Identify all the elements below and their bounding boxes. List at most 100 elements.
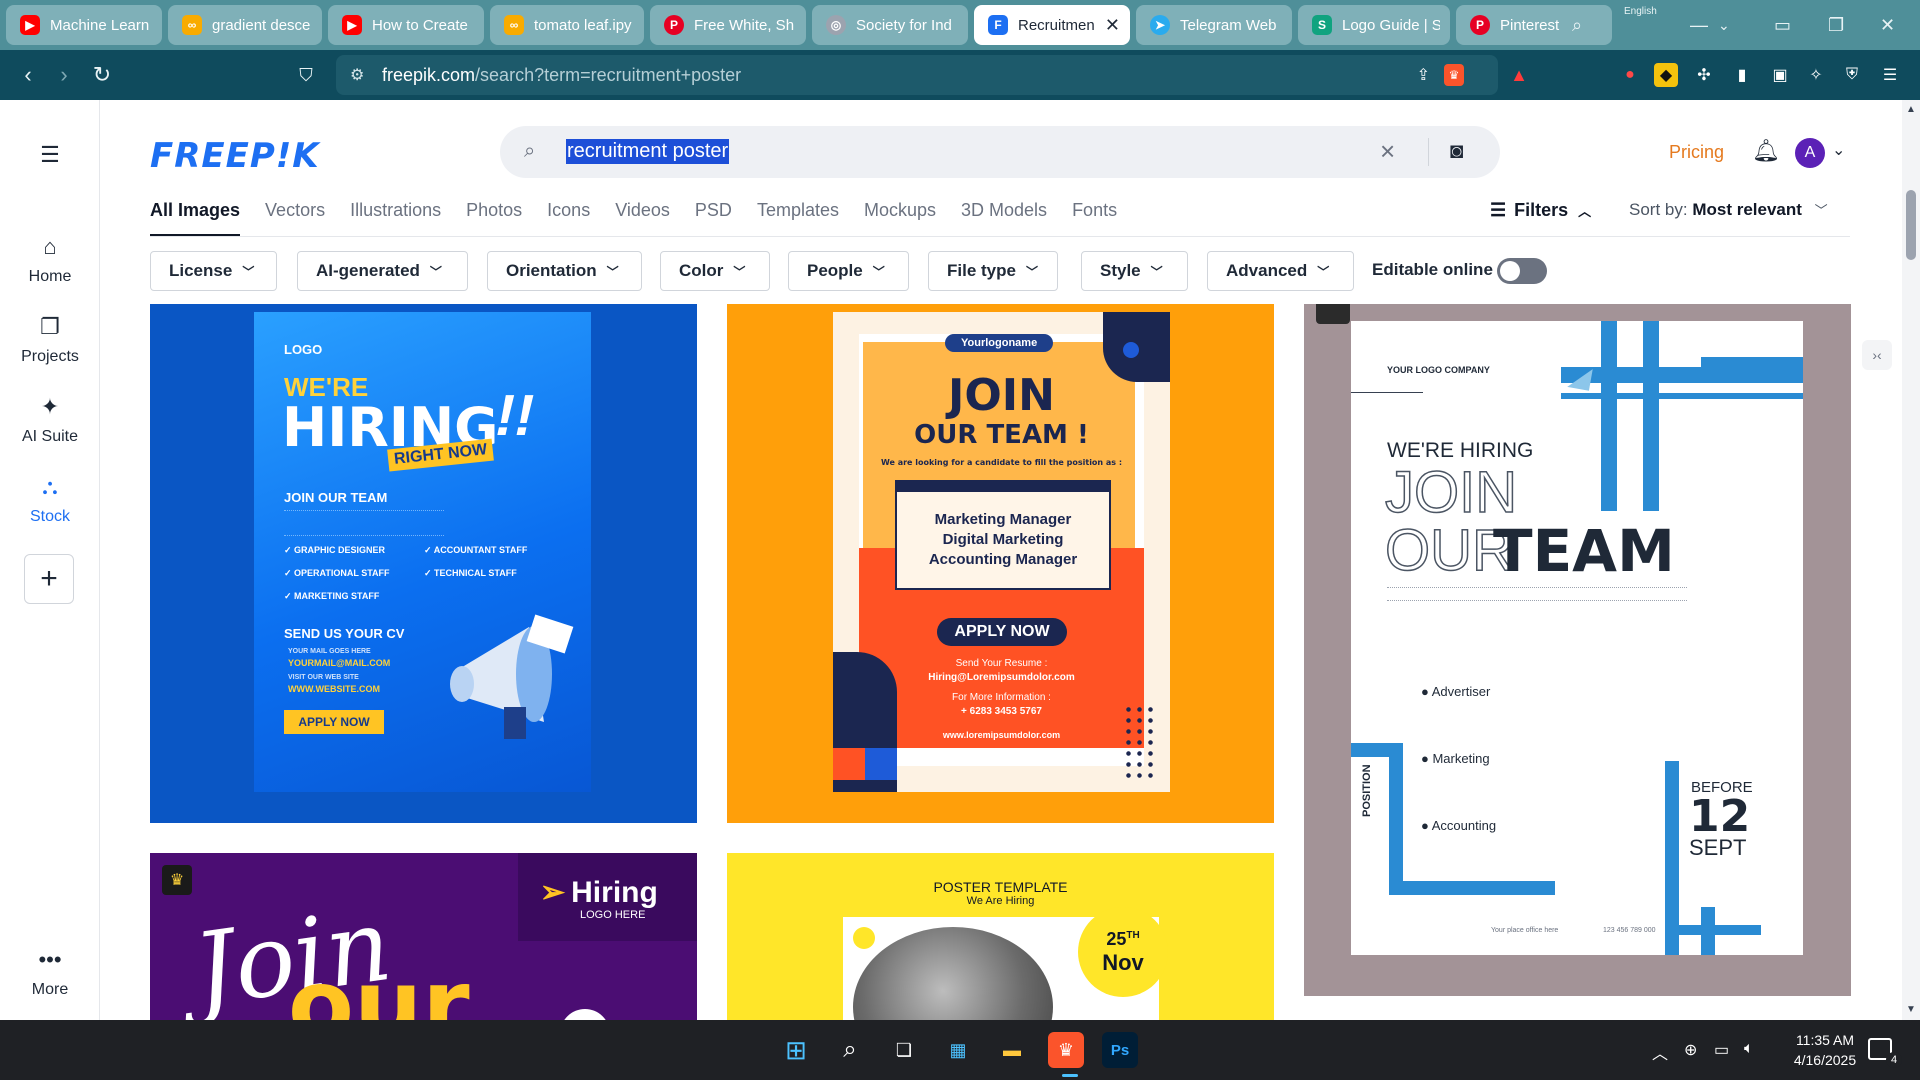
chevron-up-icon[interactable]: ︿: [1652, 1040, 1668, 1064]
tab-psd[interactable]: PSD: [695, 200, 732, 236]
page-scrollbar[interactable]: ▲ ▼: [1902, 100, 1920, 1020]
result-card-purple-hiring[interactable]: ♛ ➢ Hiring LOGO HERE Join our: [150, 853, 697, 1020]
tab-icons[interactable]: Icons: [547, 200, 590, 236]
volume-icon[interactable]: 🔈︎: [1744, 1040, 1754, 1058]
vpn-icon[interactable]: ⛨: [1840, 63, 1864, 87]
tab-telegram[interactable]: ➤ Telegram Web: [1136, 5, 1292, 45]
search-tabs-icon[interactable]: ⌕: [1572, 0, 1582, 50]
tab-photos[interactable]: Photos: [466, 200, 522, 236]
close-tab-icon[interactable]: ✕: [1105, 15, 1120, 36]
system-clock[interactable]: 11:35 AM 4/16/2025: [1770, 1030, 1880, 1070]
rail-item-more[interactable]: ••• More: [0, 945, 100, 999]
search-icon[interactable]: ⌕: [832, 1032, 868, 1068]
rail-item-ai-suite[interactable]: ✦ AI Suite: [0, 392, 100, 446]
tab-all-images[interactable]: All Images: [150, 200, 241, 236]
tab-templates[interactable]: Templates: [757, 200, 839, 236]
tab-illustrations[interactable]: Illustrations: [350, 200, 441, 236]
tab-gradient-descent[interactable]: ∞ gradient desce: [168, 5, 322, 45]
site-settings-icon[interactable]: ⚙: [350, 65, 364, 85]
filters-button[interactable]: ☰ Filters ︿: [1490, 200, 1591, 221]
search-input[interactable]: recruitment poster: [566, 139, 730, 164]
binance-icon[interactable]: ◆: [1654, 63, 1678, 87]
result-card-blue-hiring[interactable]: LOGO WE'RE HIRING !! RIGHT NOW JOIN OUR …: [150, 304, 697, 823]
editable-online-toggle[interactable]: [1497, 258, 1547, 284]
poster-dots-pattern: [1123, 704, 1157, 780]
poster-line: [1601, 321, 1617, 511]
close-window-icon[interactable]: ✕: [1880, 0, 1895, 50]
rail-item-projects[interactable]: ❐ Projects: [0, 312, 100, 366]
brave-shields-icon[interactable]: ♛: [1444, 64, 1464, 86]
tab-recruitment-active[interactable]: F Recruitmen ✕: [974, 5, 1130, 45]
search-bar[interactable]: ⌕ recruitment poster × ◙: [500, 126, 1500, 178]
poster-dot: [853, 927, 875, 949]
widgets-icon[interactable]: ▦: [940, 1032, 976, 1068]
bookmark-icon[interactable]: ⛉: [292, 61, 320, 89]
sort-dropdown[interactable]: Sort by: Most relevant ﹀: [1629, 200, 1828, 220]
filter-orientation[interactable]: Orientation ﹀: [487, 251, 642, 291]
camera-search-icon[interactable]: ◙: [1450, 138, 1463, 164]
tab-videos[interactable]: Videos: [615, 200, 670, 236]
clear-search-icon[interactable]: ×: [1380, 136, 1395, 167]
filter-license[interactable]: License ﹀: [150, 251, 277, 291]
language-icon[interactable]: ⊕: [1684, 1040, 1697, 1060]
add-button[interactable]: +: [24, 554, 74, 604]
filter-file-type[interactable]: File type ﹀: [928, 251, 1058, 291]
pricing-link[interactable]: Pricing: [1669, 142, 1724, 163]
wallet-icon[interactable]: ▣: [1768, 63, 1792, 87]
filter-people[interactable]: People ﹀: [788, 251, 909, 291]
tab-fonts[interactable]: Fonts: [1072, 200, 1117, 236]
freepik-logo[interactable]: FREEP!K: [150, 136, 320, 176]
side-widget-icon[interactable]: ›‹: [1862, 340, 1892, 370]
forward-icon[interactable]: ›: [50, 61, 78, 89]
brave-rewards-icon[interactable]: ▲: [1510, 65, 1528, 86]
back-icon[interactable]: ‹: [14, 61, 42, 89]
battery-icon[interactable]: ▭: [1714, 1040, 1729, 1060]
file-explorer-icon[interactable]: ▬: [994, 1032, 1030, 1068]
scroll-up-icon[interactable]: ▲: [1906, 104, 1916, 115]
tab-3d-models[interactable]: 3D Models: [961, 200, 1047, 236]
menu-icon[interactable]: ☰: [1878, 63, 1902, 87]
photoshop-icon[interactable]: Ps: [1102, 1032, 1138, 1068]
rail-item-home[interactable]: ⌂ Home: [0, 232, 100, 286]
tab-tomato-leaf[interactable]: ∞ tomato leaf.ipy: [490, 5, 644, 45]
tab-free-white[interactable]: P Free White, Sh: [650, 5, 806, 45]
minimize-icon[interactable]: —: [1690, 0, 1708, 50]
leo-ai-icon[interactable]: ✧: [1804, 63, 1828, 87]
scrollbar-thumb[interactable]: [1906, 190, 1916, 260]
filter-style[interactable]: Style ﹀: [1081, 251, 1188, 291]
share-icon[interactable]: ⇪: [1417, 65, 1430, 85]
result-card-orange-join[interactable]: Yourlogoname JOIN OUR TEAM ! We are look…: [727, 304, 1274, 823]
result-card-minimal-join[interactable]: YOUR LOGO COMPANY WE'RE HIRING JOIN OUR …: [1304, 304, 1851, 996]
tab-society[interactable]: ◎ Society for Ind: [812, 5, 968, 45]
chevron-down-icon[interactable]: ⌄: [1718, 0, 1730, 50]
filter-ai-generated[interactable]: AI-generated ﹀: [297, 251, 468, 291]
brave-browser-icon[interactable]: ♛: [1048, 1032, 1084, 1068]
sidebar-icon[interactable]: ▮: [1730, 63, 1754, 87]
filter-color[interactable]: Color ﹀: [660, 251, 770, 291]
task-view-icon[interactable]: ❏: [886, 1032, 922, 1068]
bell-icon[interactable]: 🔔︎: [1752, 138, 1780, 164]
tab-vectors[interactable]: Vectors: [265, 200, 325, 236]
chevron-down-icon[interactable]: ⌄: [1832, 140, 1845, 160]
reload-icon[interactable]: ↻: [88, 61, 116, 89]
tab-machine-learning[interactable]: ▶ Machine Learn: [6, 5, 162, 45]
extensions-icon[interactable]: ✣: [1692, 63, 1716, 87]
windows-start-icon[interactable]: ⊞: [778, 1032, 814, 1068]
avatar[interactable]: A: [1795, 138, 1825, 168]
tab-how-to-create[interactable]: ▶ How to Create: [328, 5, 484, 45]
scroll-down-icon[interactable]: ▼: [1906, 1004, 1916, 1015]
record-icon[interactable]: ●: [1618, 63, 1642, 87]
tab-pinterest[interactable]: P Pinterest: [1456, 5, 1612, 45]
tab-logo-guide[interactable]: S Logo Guide | S: [1298, 5, 1450, 45]
window-minimize-icon[interactable]: ▭: [1774, 0, 1791, 50]
result-card-yellow-template[interactable]: POSTER TEMPLATE We Are Hiring 25TH Nov: [727, 853, 1274, 1020]
search-divider: [1428, 138, 1429, 166]
filter-advanced[interactable]: Advanced ﹀: [1207, 251, 1354, 291]
window-restore-icon[interactable]: ❐: [1828, 0, 1844, 50]
tab-mockups[interactable]: Mockups: [864, 200, 936, 236]
hamburger-menu[interactable]: ☰: [0, 140, 100, 176]
rail-item-stock[interactable]: ⛬ Stock: [0, 472, 100, 526]
chip-label: AI-generated: [316, 261, 420, 280]
address-bar[interactable]: ⚙ freepik.com/search?term=recruitment+po…: [336, 55, 1528, 95]
poster-title: POSTER TEMPLATE: [933, 879, 1068, 895]
